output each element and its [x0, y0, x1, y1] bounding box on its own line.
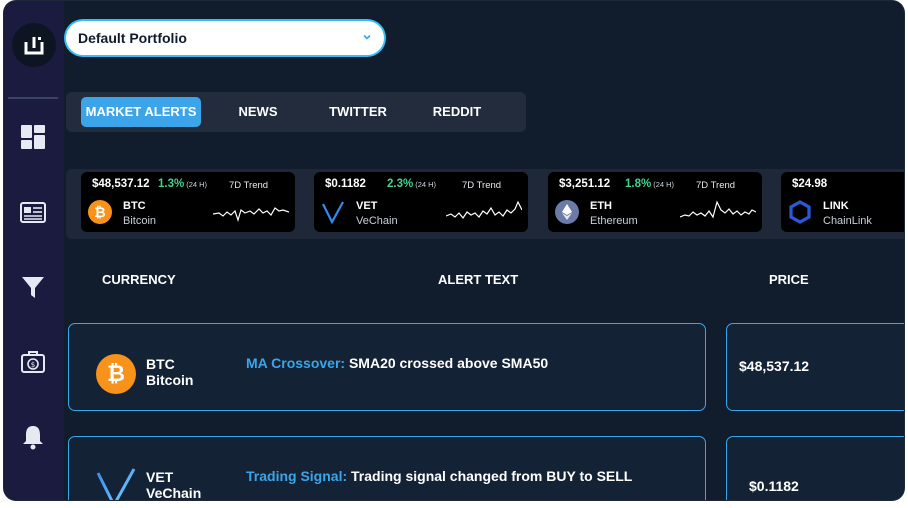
ticker-trend-label: 7D Trend — [696, 180, 736, 191]
column-header-alert-text: ALERT TEXT — [438, 272, 519, 287]
tab-news[interactable]: NEWS — [226, 97, 290, 127]
bell-icon[interactable] — [19, 423, 47, 451]
dashboard-icon[interactable] — [19, 123, 47, 151]
app-window: $ Default Portfolio MARKET ALERTS NEWS T… — [4, 1, 904, 500]
alert-currency-name: Bitcoin — [146, 372, 194, 388]
alert-currency-symbol: BTC — [146, 356, 175, 372]
ticker-bar: $48,537.12 1.3% (24 H) 7D Trend ₿ BTC Bit… — [66, 169, 904, 239]
alert-message: Trading signal changed from BUY to SELL — [351, 468, 633, 484]
alert-type: MA Crossover: — [246, 355, 346, 371]
ticker-price: $3,251.12 — [559, 178, 611, 190]
logo-icon — [24, 37, 44, 55]
alert-currency-name: VeChain — [146, 485, 202, 500]
ticker-name: Bitcoin — [123, 215, 157, 227]
svg-text:₿: ₿ — [107, 362, 125, 387]
ticker-symbol: ETH — [590, 200, 612, 212]
alert-price: $0.1182 — [749, 478, 799, 494]
alert-message: SMA20 crossed above SMA50 — [348, 355, 549, 371]
ticker-price: $48,537.12 — [92, 178, 150, 190]
chevron-down-icon — [363, 34, 371, 40]
ticker-name: Ethereum — [590, 215, 638, 227]
tab-reddit[interactable]: REDDIT — [424, 97, 490, 127]
ethereum-icon — [555, 200, 579, 224]
filter-icon[interactable] — [19, 273, 47, 301]
ticker-price: $0.1182 — [325, 178, 366, 190]
alert-price: $48,537.12 — [739, 358, 810, 374]
column-header-price: PRICE — [769, 272, 809, 287]
portfolio-select[interactable]: Default Portfolio — [66, 21, 384, 55]
tab-market-alerts[interactable]: MARKET ALERTS — [81, 97, 201, 127]
ticker-change: 1.8% (24 H) — [625, 178, 675, 190]
ticker-trend-label: 7D Trend — [462, 180, 502, 191]
ticker-trend-label: 7D Trend — [229, 180, 269, 191]
vechain-icon — [322, 201, 344, 224]
ticker-name: ChainLink — [823, 215, 872, 227]
ticker-symbol: LINK — [823, 200, 849, 212]
svg-text:$: $ — [31, 361, 35, 369]
app-logo[interactable] — [12, 23, 56, 67]
sidebar-divider — [8, 97, 58, 99]
alert-text: MA Crossover: SMA20 crossed above SMA50 — [246, 355, 548, 371]
ticker-card-link[interactable]: $24.98 LINK ChainLink — [781, 172, 904, 232]
bitcoin-icon: ₿ — [96, 354, 136, 394]
feed-tabs: MARKET ALERTS NEWS TWITTER REDDIT — [66, 92, 526, 132]
ticker-card-btc[interactable]: $48,537.12 1.3% (24 H) 7D Trend ₿ BTC Bit… — [81, 172, 295, 232]
alert-row[interactable]: VET VeChain Trading Signal: Trading sign… — [68, 436, 706, 500]
bitcoin-icon: ₿ — [88, 200, 112, 224]
ticker-symbol: VET — [356, 200, 378, 212]
alert-currency-symbol: VET — [146, 469, 174, 485]
news-icon[interactable] — [19, 198, 47, 226]
svg-text:₿: ₿ — [94, 205, 105, 221]
chainlink-icon — [789, 200, 811, 224]
portfolio-icon[interactable]: $ — [19, 348, 47, 376]
sparkline — [213, 207, 289, 222]
alert-type: Trading Signal: — [246, 468, 348, 484]
ticker-change: 1.3% (24 H) — [158, 178, 208, 190]
sparkline — [446, 200, 522, 220]
ticker-price: $24.98 — [792, 178, 828, 190]
sparkline — [680, 200, 756, 219]
ticker-symbol: BTC — [123, 200, 146, 212]
ticker-card-vet[interactable]: $0.1182 2.3% (24 H) 7D Trend VET VeChain — [314, 172, 528, 232]
column-header-currency: CURRENCY — [102, 272, 176, 287]
alert-text: Trading Signal: Trading signal changed f… — [246, 468, 632, 484]
sidebar: $ — [4, 1, 64, 500]
alert-price-cell: $0.1182 — [726, 436, 904, 500]
ticker-card-eth[interactable]: $3,251.12 1.8% (24 H) 7D Trend ETH Ethere… — [548, 172, 762, 232]
ticker-name: VeChain — [356, 215, 398, 227]
tab-twitter[interactable]: TWITTER — [318, 97, 398, 127]
portfolio-select-value: Default Portfolio — [78, 30, 187, 46]
alert-row[interactable]: ₿ BTC Bitcoin MA Crossover: SMA20 crosse… — [68, 323, 706, 411]
vechain-icon — [96, 468, 136, 500]
ticker-change: 2.3% (24 H) — [387, 178, 437, 190]
alert-price-cell: $48,537.12 — [726, 323, 904, 411]
